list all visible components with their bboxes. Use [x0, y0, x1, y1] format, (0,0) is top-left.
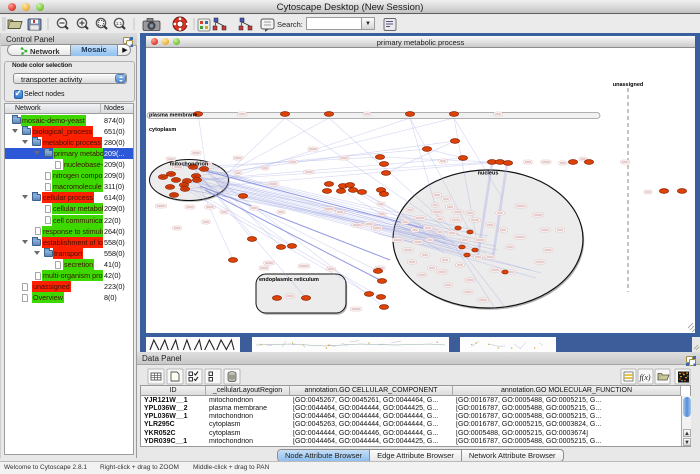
svg-text:1:1: 1:1	[116, 21, 123, 26]
svg-text:f(x): f(x)	[639, 373, 650, 382]
svg-text:nucleus: nucleus	[478, 171, 499, 177]
svg-text:cytoplasm: cytoplasm	[149, 127, 176, 133]
svg-text:plasma membrane: plasma membrane	[149, 113, 197, 119]
svg-text:endoplasmic reticulum: endoplasmic reticulum	[259, 277, 319, 283]
svg-text:unassigned: unassigned	[613, 82, 644, 88]
svg-text:mitochondrion: mitochondrion	[170, 162, 209, 168]
